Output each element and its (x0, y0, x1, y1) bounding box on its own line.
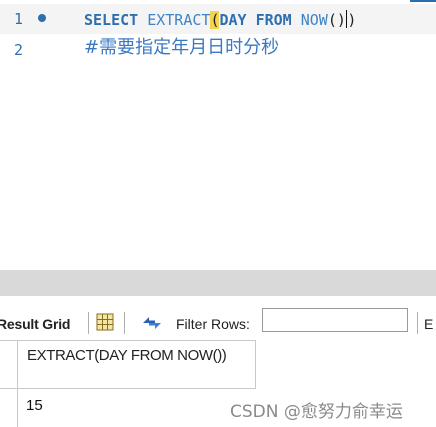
row-gutter-border (17, 340, 18, 427)
filter-rows-label: Filter Rows: (176, 316, 250, 332)
toolbar-divider (88, 312, 89, 334)
bullet-marker-icon (38, 14, 46, 22)
export-label[interactable]: E (424, 316, 433, 332)
keyword-day: DAY (219, 11, 247, 29)
result-grid-tab[interactable]: Result Grid (0, 316, 70, 332)
function-extract: EXTRACT (147, 11, 211, 29)
now-parens: () (327, 11, 346, 29)
filter-rows-input[interactable] (262, 308, 408, 332)
sql-editor[interactable]: 1 SELECT EXTRACT(DAY FROM NOW()) 2 #需要指定… (0, 0, 436, 270)
result-toolbar: Result Grid Filter Rows: E (0, 296, 436, 340)
column-header[interactable]: EXTRACT(DAY FROM NOW()) (27, 346, 247, 365)
toolbar-divider (417, 312, 418, 334)
code-line-1[interactable]: SELECT EXTRACT(DAY FROM NOW()) (84, 10, 356, 29)
line-number-2: 2 (14, 41, 24, 59)
watermark: CSDN @愈努力俞幸运 (230, 402, 403, 422)
editor-top-accent (410, 0, 436, 2)
function-now: NOW (300, 11, 328, 29)
table-cell[interactable]: 15 (26, 397, 43, 414)
line-number-1: 1 (14, 10, 24, 28)
column-border (255, 340, 256, 388)
keyword-select: SELECT (84, 11, 139, 29)
refresh-arrows-icon[interactable] (140, 314, 164, 332)
code-line-2-comment[interactable]: #需要指定年月日时分秒 (84, 39, 279, 57)
workbench-window: 1 SELECT EXTRACT(DAY FROM NOW()) 2 #需要指定… (0, 0, 436, 427)
matched-close-paren: ) (347, 11, 357, 29)
keyword-from: FROM (255, 11, 292, 29)
panel-splitter[interactable] (0, 270, 436, 296)
toolbar-divider (124, 312, 125, 334)
grid-layout-icon[interactable] (96, 313, 114, 331)
grid-top-border (0, 340, 256, 341)
header-bottom-border (0, 388, 256, 389)
